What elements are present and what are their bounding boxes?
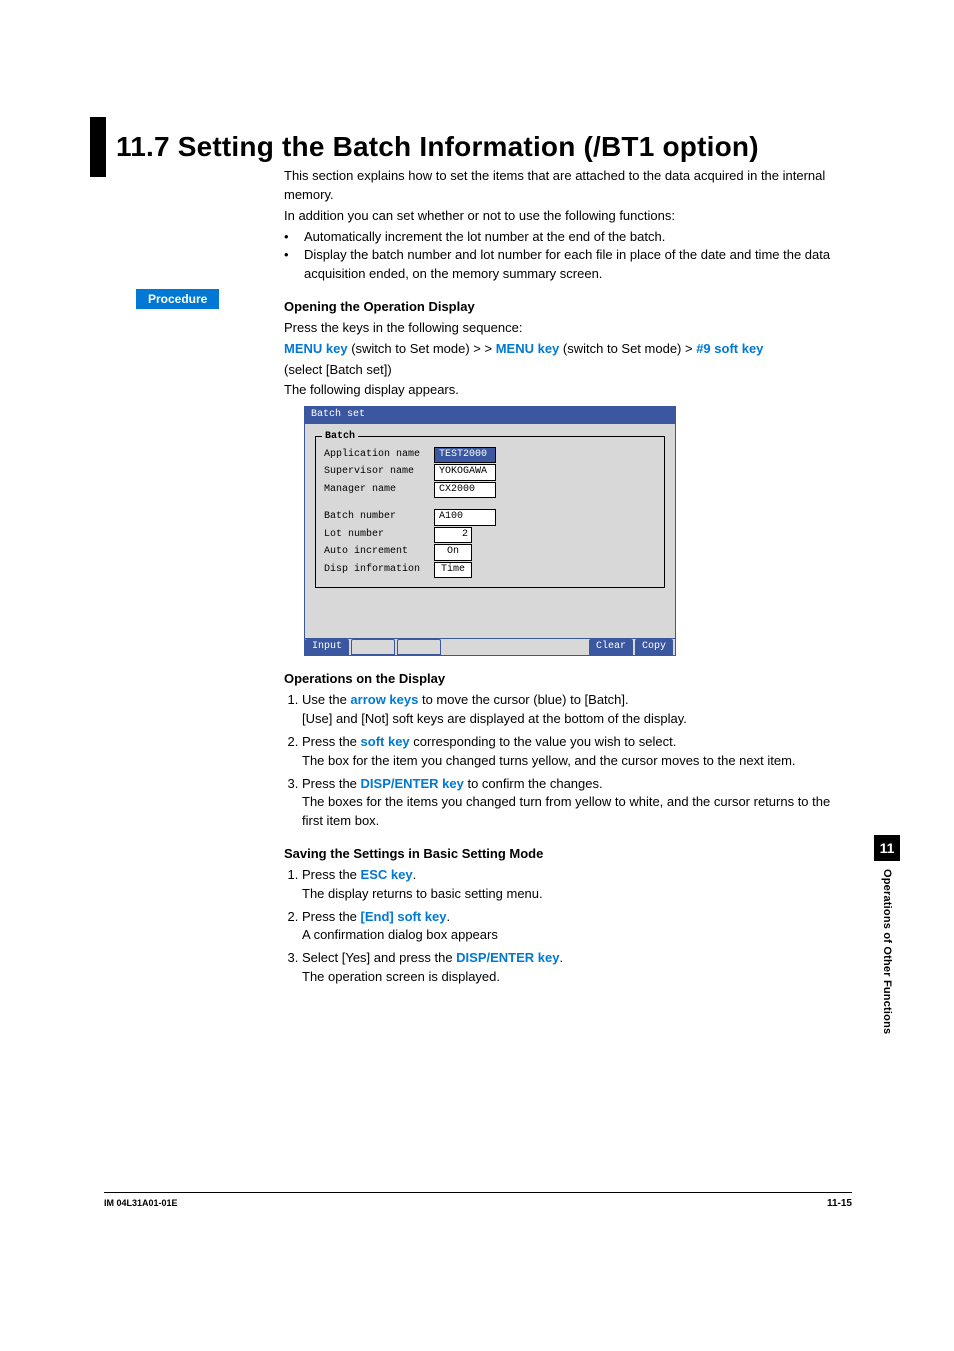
side-tab: 11 Operations of Other Functions bbox=[873, 835, 901, 1034]
ops-steps: Use the arrow keys to move the cursor (b… bbox=[302, 691, 849, 831]
saving-step-2: Press the [End] soft key. A confirmation… bbox=[302, 908, 849, 946]
disp-enter-key-2: DISP/ENTER key bbox=[456, 950, 559, 965]
disp-enter-key-1: DISP/ENTER key bbox=[361, 776, 464, 791]
saving-step-1: Press the ESC key. The display returns t… bbox=[302, 866, 849, 904]
intro-p2: In addition you can set whether or not t… bbox=[284, 207, 849, 226]
ss-val-disp[interactable]: Time bbox=[434, 562, 472, 579]
ss-val-auto[interactable]: On bbox=[434, 544, 472, 561]
ss-label-disp: Disp information bbox=[324, 563, 434, 578]
esc-key: ESC key bbox=[361, 867, 413, 882]
softkey-copy[interactable]: Copy bbox=[635, 639, 673, 656]
screenshot-softkeys: Input . . Clear Copy bbox=[305, 638, 675, 656]
ops-step-3: Press the DISP/ENTER key to confirm the … bbox=[302, 775, 849, 832]
ss-label-sup: Supervisor name bbox=[324, 465, 434, 480]
ss-label-app: Application name bbox=[324, 448, 434, 463]
screenshot-figure: Batch set Batch Application nameTEST2000… bbox=[304, 406, 849, 656]
intro-bullet-1: Automatically increment the lot number a… bbox=[284, 228, 849, 247]
ss-label-batch: Batch number bbox=[324, 510, 434, 525]
screenshot-legend: Batch bbox=[322, 430, 358, 445]
saving-steps: Press the ESC key. The display returns t… bbox=[302, 866, 849, 987]
ops-step-1: Use the arrow keys to move the cursor (b… bbox=[302, 691, 849, 729]
intro-bullets: Automatically increment the lot number a… bbox=[284, 228, 849, 285]
body-column: This section explains how to set the ite… bbox=[284, 167, 849, 991]
softkey-blank-1[interactable]: . bbox=[351, 639, 395, 656]
menu-key-1: MENU key bbox=[284, 341, 348, 356]
ss-val-mgr[interactable]: CX2000 bbox=[434, 482, 496, 499]
softkey-clear[interactable]: Clear bbox=[589, 639, 633, 656]
procedure-label: Procedure bbox=[136, 289, 219, 309]
ss-val-sup[interactable]: YOKOGAWA bbox=[434, 464, 496, 481]
intro-p1: This section explains how to set the ite… bbox=[284, 167, 849, 205]
ops-heading: Operations on the Display bbox=[284, 670, 849, 689]
softkey-9: #9 soft key bbox=[696, 341, 763, 356]
chapter-number: 11 bbox=[874, 835, 900, 861]
end-soft-key: [End] soft key bbox=[361, 909, 447, 924]
opening-select: (select [Batch set]) bbox=[284, 361, 849, 380]
section-bar bbox=[90, 117, 106, 177]
saving-step-3: Select [Yes] and press the DISP/ENTER ke… bbox=[302, 949, 849, 987]
softkey-blank-2[interactable]: . bbox=[397, 639, 441, 656]
ops-step-2: Press the soft key corresponding to the … bbox=[302, 733, 849, 771]
section-title: 11.7 Setting the Batch Information (/BT1… bbox=[116, 131, 759, 163]
ss-val-lot[interactable]: 2 bbox=[434, 527, 472, 544]
ss-label-auto: Auto increment bbox=[324, 545, 434, 560]
arrow-keys: arrow keys bbox=[350, 692, 418, 707]
screenshot-title: Batch set bbox=[305, 407, 675, 424]
opening-p1: Press the keys in the following sequence… bbox=[284, 319, 849, 338]
ss-val-app[interactable]: TEST2000 bbox=[434, 447, 496, 464]
opening-keyseq: MENU key (switch to Set mode) > > MENU k… bbox=[284, 340, 849, 359]
softkey-input[interactable]: Input bbox=[305, 639, 349, 656]
soft-key: soft key bbox=[361, 734, 410, 749]
saving-heading: Saving the Settings in Basic Setting Mod… bbox=[284, 845, 849, 864]
ss-label-lot: Lot number bbox=[324, 528, 434, 543]
footer-rule bbox=[104, 1192, 852, 1193]
menu-key-2: MENU key bbox=[496, 341, 560, 356]
ss-val-batch[interactable]: A100 bbox=[434, 509, 496, 526]
chapter-label: Operations of Other Functions bbox=[881, 869, 893, 1034]
ss-label-mgr: Manager name bbox=[324, 483, 434, 498]
opening-p3: The following display appears. bbox=[284, 381, 849, 400]
footer-left: IM 04L31A01-01E bbox=[104, 1198, 178, 1208]
opening-heading: Opening the Operation Display bbox=[284, 298, 849, 317]
intro-bullet-2: Display the batch number and lot number … bbox=[284, 246, 849, 284]
footer-right: 11-15 bbox=[827, 1198, 852, 1209]
